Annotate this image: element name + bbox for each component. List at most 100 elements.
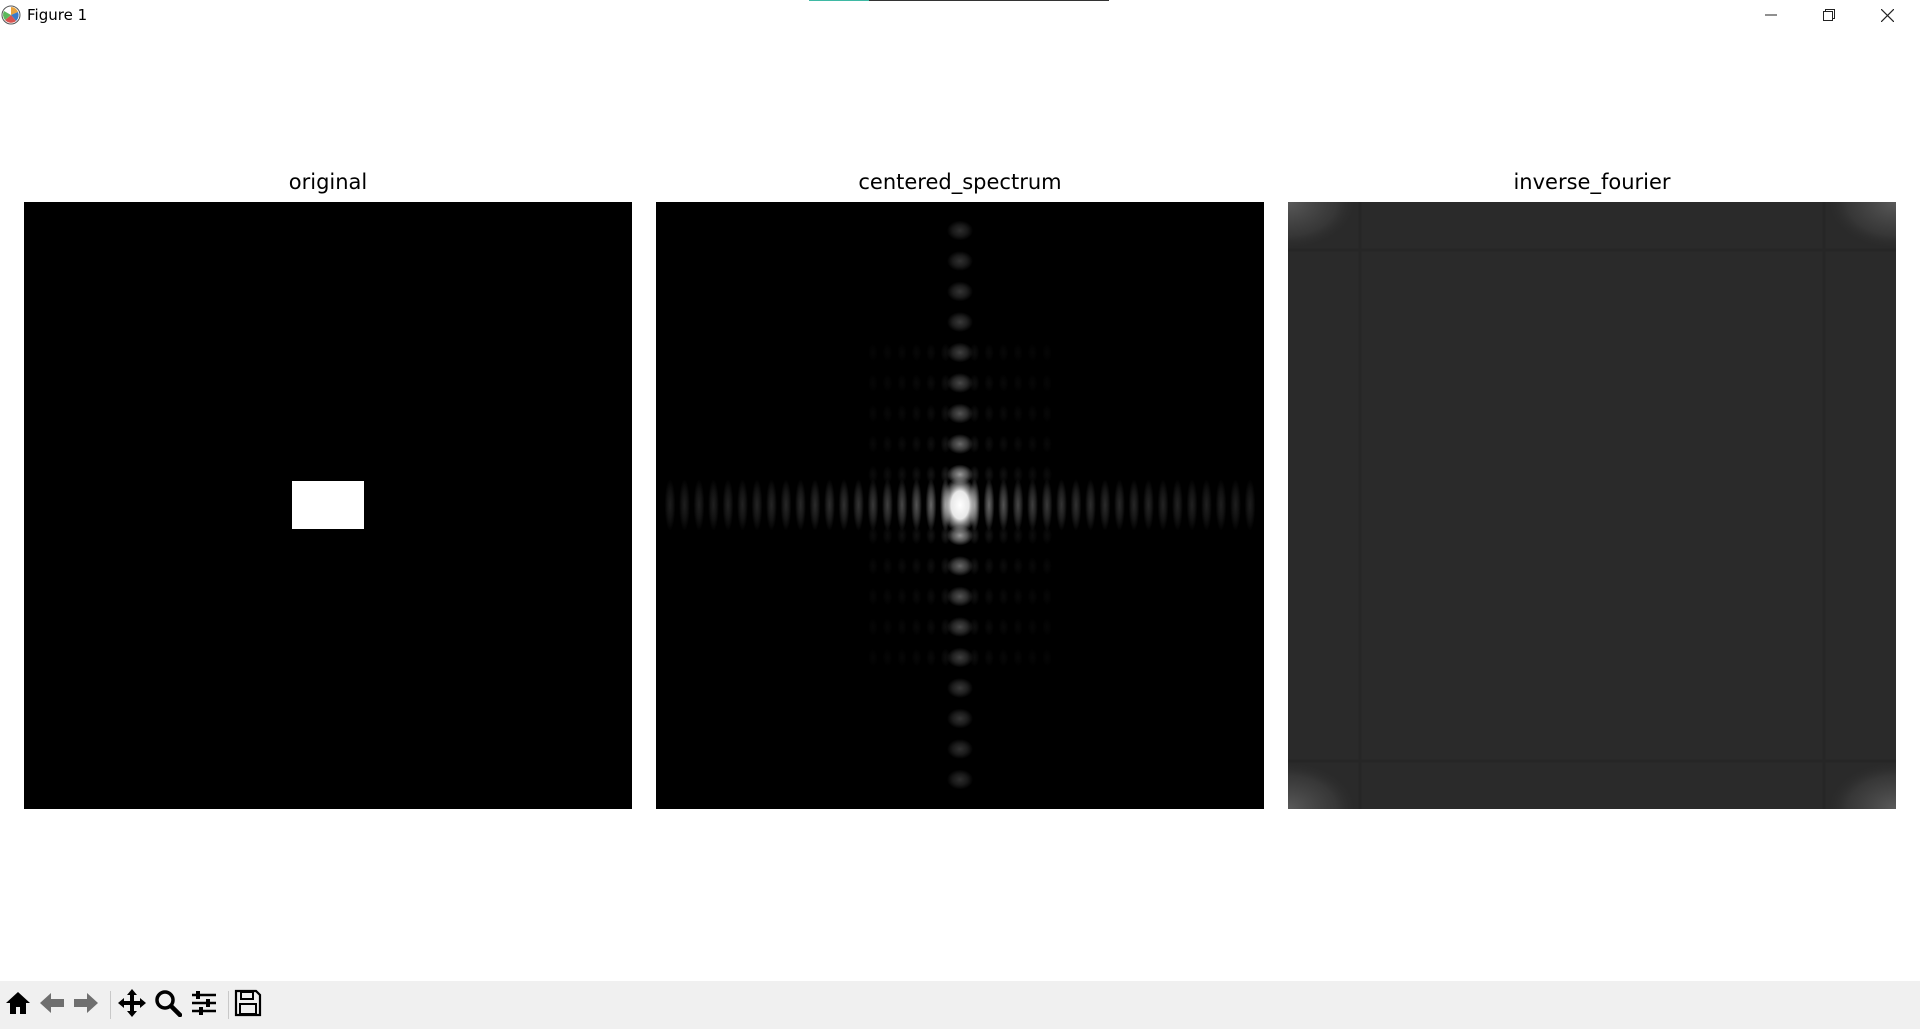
spectrum-lobe	[1230, 479, 1241, 531]
spectrum-lobe	[897, 649, 907, 667]
spectrum-lobe	[1013, 649, 1023, 667]
restore-icon	[1823, 9, 1835, 21]
spectrum-lobe	[926, 587, 936, 606]
forward-button[interactable]	[70, 989, 102, 1021]
spectrum-lobe	[883, 557, 893, 575]
spectrum-lobe	[940, 465, 951, 484]
pan-button[interactable]	[116, 989, 148, 1021]
forward-arrow-icon	[72, 991, 100, 1019]
panel-title-centered-spectrum: centered_spectrum	[858, 170, 1062, 194]
title-accent	[809, 0, 869, 1]
spectrum-lobe	[1013, 405, 1023, 423]
minimize-icon	[1765, 9, 1777, 21]
window-title: Figure 1	[27, 6, 88, 24]
spectrum-lobe	[1201, 479, 1212, 531]
spectrum-lobe	[897, 526, 907, 545]
spectrum-lobe	[999, 405, 1009, 423]
restore-button[interactable]	[1800, 0, 1858, 30]
spectrum-lobe	[940, 374, 951, 392]
spectrum-lobe	[998, 526, 1009, 545]
spectrum-lobe	[984, 374, 994, 392]
spectrum-lobe	[868, 374, 878, 392]
spectrum-lobe	[897, 618, 907, 636]
spectrum-lobe	[882, 526, 893, 545]
spectrum-lobe	[947, 251, 973, 271]
minimize-button[interactable]	[1742, 0, 1800, 30]
spectrum-lobe	[940, 343, 951, 362]
save-button[interactable]	[232, 989, 264, 1021]
original-image[interactable]	[24, 202, 632, 809]
spectrum-lobe	[999, 618, 1009, 636]
spectrum-lobe	[1244, 479, 1256, 531]
spectrum-lobe	[1013, 374, 1023, 392]
back-button[interactable]	[36, 989, 68, 1021]
spectrum-lobe	[926, 344, 936, 362]
spectrum-lobe	[679, 479, 690, 531]
spectrum-lobe	[1013, 435, 1023, 453]
spectrum-lobe	[883, 405, 893, 423]
spectrum-lobe	[969, 435, 980, 453]
spectrum-lobe	[999, 649, 1009, 667]
spectrum-lobe	[1099, 479, 1111, 531]
spectrum-lobe	[1128, 479, 1140, 531]
back-arrow-icon	[38, 991, 66, 1019]
navigation-toolbar	[0, 981, 1920, 1029]
spectrum-lobe	[1042, 618, 1052, 636]
spectrum-lobe	[969, 526, 980, 545]
pan-icon	[117, 988, 147, 1022]
spectrum-lobe	[947, 342, 973, 363]
inverse-plot	[1288, 202, 1896, 809]
home-icon	[4, 990, 32, 1020]
spectrum-lobe	[1042, 465, 1052, 484]
spectrum-lobe	[883, 435, 893, 453]
spectrum-lobe	[969, 465, 980, 484]
spectrum-lobe	[897, 344, 907, 362]
spectrum-lobe	[883, 649, 893, 667]
spectrum-lobe	[984, 526, 994, 545]
spectrum-lobe	[998, 465, 1009, 484]
spectrum-lobe	[1013, 618, 1023, 636]
spectrum-lobe	[969, 404, 980, 423]
spectrum-lobe	[947, 434, 973, 454]
spectrum-lobe	[984, 435, 994, 453]
spectrum-lobe	[940, 404, 951, 423]
spectrum-lobe	[911, 465, 922, 484]
spectrum-lobe	[1028, 588, 1038, 606]
panel-title-inverse-fourier: inverse_fourier	[1513, 170, 1671, 194]
inverse-fourier-image[interactable]	[1288, 202, 1896, 809]
spectrum-lobe	[1013, 526, 1023, 545]
spectrum-lobe	[940, 587, 951, 606]
spectrum-lobe	[1042, 557, 1052, 575]
spectrum-lobe	[926, 374, 936, 392]
spectrum-lobe	[780, 479, 792, 531]
spectrum-lobe	[969, 343, 980, 362]
spectrum-lobe	[883, 344, 893, 362]
spectrum-lobe	[940, 435, 951, 453]
spectrum-lobe	[911, 557, 922, 575]
close-button[interactable]	[1858, 0, 1916, 30]
spectrum-lobe	[1013, 465, 1023, 484]
spectrum-lobe	[1172, 479, 1183, 531]
spectrum-lobe	[868, 588, 878, 606]
spectrum-lobe	[947, 373, 973, 393]
spectrum-lobe	[1028, 649, 1038, 667]
configure-subplots-button[interactable]	[188, 989, 220, 1021]
spectrum-lobe	[1013, 588, 1023, 606]
spectrum-lobe	[1013, 344, 1023, 362]
spectrum-lobe	[1143, 479, 1154, 531]
spectrum-lobe	[999, 344, 1009, 362]
spectrum-lobe	[868, 465, 878, 484]
spectrum-lobe	[1056, 479, 1067, 531]
home-button[interactable]	[2, 989, 34, 1021]
centered-spectrum-image[interactable]	[656, 202, 1264, 809]
spectrum-lobe	[912, 618, 922, 636]
spectrum-lobe	[940, 526, 951, 545]
zoom-button[interactable]	[152, 989, 184, 1021]
spectrum-lobe	[947, 586, 973, 607]
spectrum-lobe	[969, 587, 980, 606]
matplotlib-icon	[1, 5, 21, 25]
spectrum-lobe	[1114, 479, 1125, 531]
spectrum-lobe	[897, 557, 907, 575]
spectrum-lobe	[984, 344, 994, 362]
spectrum-lobe	[1028, 344, 1038, 362]
